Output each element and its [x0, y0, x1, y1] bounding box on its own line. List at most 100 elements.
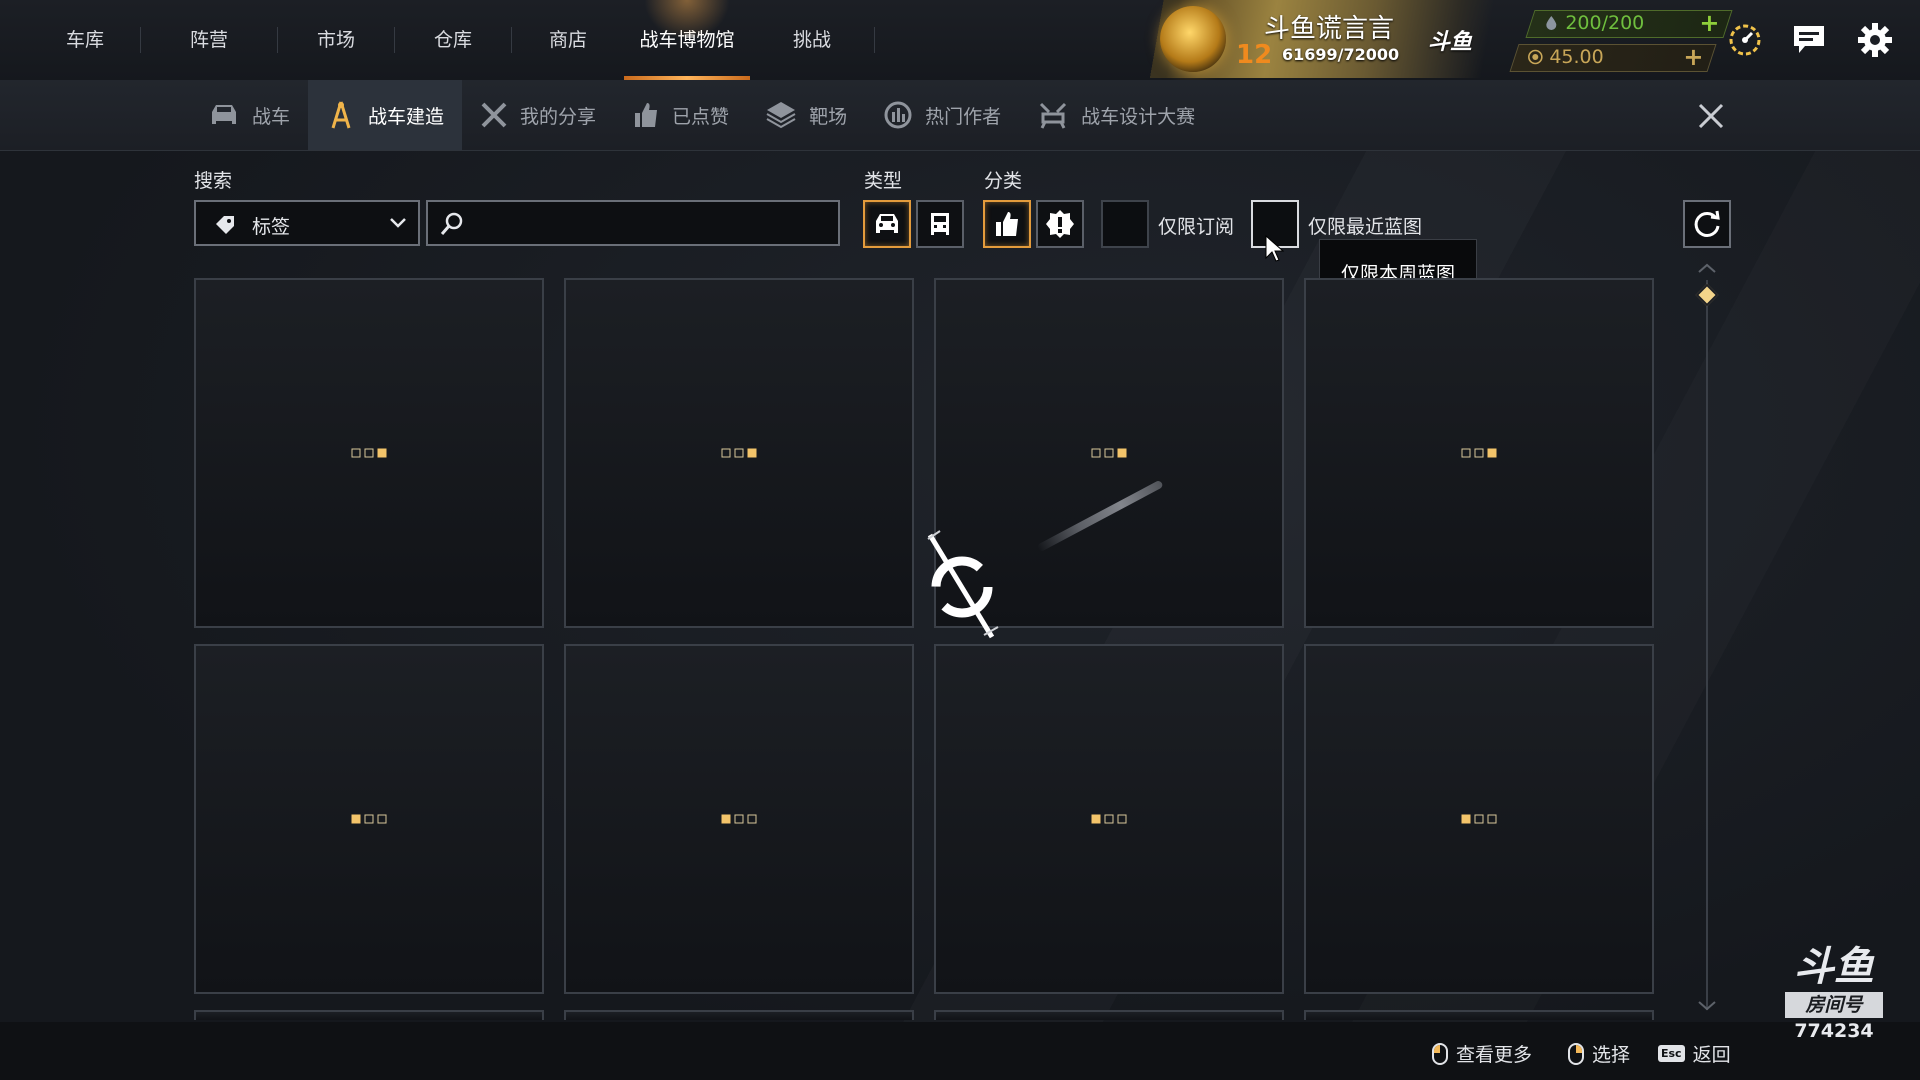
refresh-button[interactable]: [1683, 200, 1731, 248]
alert-badge-icon: [1046, 210, 1074, 238]
tag-icon: [216, 216, 234, 234]
loading-dot: [1474, 814, 1484, 824]
subtab-vehicles[interactable]: 战车: [190, 80, 308, 150]
room-number: 774234: [1794, 1020, 1874, 1042]
subtab-label: 战车设计大赛: [1081, 105, 1196, 128]
blueprint-card[interactable]: [564, 278, 914, 628]
loading-dot: [1117, 814, 1127, 824]
view-more-hint[interactable]: 查看更多: [1432, 1040, 1532, 1067]
refresh-icon: [1694, 210, 1720, 237]
top-bar: 车库 阵营 市场 仓库 商店 战车博物馆 挑战 12 斗鱼谎言言 61699/7…: [0, 0, 1920, 81]
compass-icon: [331, 101, 351, 129]
back-label: 返回: [1692, 1044, 1731, 1066]
loading-dot: [734, 814, 744, 824]
blueprint-card[interactable]: [564, 1010, 914, 1020]
subtab-range[interactable]: 靶场: [747, 80, 865, 150]
scroll-down-icon[interactable]: [1696, 1000, 1718, 1012]
speedometer-icon[interactable]: [1727, 22, 1763, 58]
subtab-my-shares[interactable]: 我的分享: [462, 80, 614, 150]
select-label: 选择: [1592, 1044, 1631, 1066]
nav-tab-market[interactable]: 市场: [278, 0, 394, 80]
close-icon[interactable]: [1696, 101, 1726, 131]
loading-dot: [351, 814, 361, 824]
subtab-label: 热门作者: [925, 105, 1002, 128]
nav-divider: [874, 27, 875, 53]
subscribed-only-checkbox[interactable]: [1101, 200, 1149, 248]
blueprint-card[interactable]: [1304, 644, 1654, 994]
loading-dot: [721, 814, 731, 824]
type-truck-button[interactable]: [916, 200, 964, 248]
blueprint-card[interactable]: [194, 1010, 544, 1020]
loading-dots: [1461, 814, 1497, 824]
loading-dot: [1104, 448, 1114, 458]
blueprint-card[interactable]: [1304, 1010, 1654, 1020]
subtab-popular-authors[interactable]: 热门作者: [865, 80, 1019, 150]
category-alert-button[interactable]: [1036, 200, 1084, 248]
blueprint-card[interactable]: [934, 1010, 1284, 1020]
douyu-logo: 斗鱼: [1428, 30, 1473, 55]
game-screen: 车库 阵营 市场 仓库 商店 战车博物馆 挑战 12 斗鱼谎言言 61699/7…: [0, 0, 1920, 1080]
nav-tab-challenge[interactable]: 挑战: [750, 0, 874, 80]
subtab-design-contest[interactable]: 战车设计大赛: [1019, 80, 1213, 150]
car-icon: [212, 105, 236, 124]
subtab-build[interactable]: 战车建造: [308, 80, 463, 150]
loading-dot: [734, 448, 744, 458]
stream-watermark: 斗鱼 房间号 774234: [1782, 944, 1886, 1042]
type-car-button[interactable]: [863, 200, 911, 248]
douyu-watermark-logo: 斗鱼: [1794, 944, 1874, 990]
loading-dot: [377, 814, 387, 824]
loading-dots: [1091, 814, 1127, 824]
add-fuel-button[interactable]: +: [1699, 9, 1719, 37]
subtab-liked[interactable]: 已点赞: [614, 80, 747, 150]
loading-dot: [364, 814, 374, 824]
tag-dropdown[interactable]: 标签: [194, 200, 420, 246]
scrollbar-track[interactable]: [1706, 280, 1708, 1010]
nav-tab-museum[interactable]: 战车博物馆: [624, 0, 750, 80]
nav-tab-shop[interactable]: 商店: [512, 0, 624, 80]
subtab-label: 已点赞: [672, 105, 730, 128]
loading-dot: [1461, 448, 1471, 458]
loading-dot: [364, 448, 374, 458]
nav-tab-storage[interactable]: 仓库: [395, 0, 511, 80]
mouse-cursor-icon: [1265, 234, 1285, 262]
search-field[interactable]: [426, 200, 840, 246]
esc-key-icon: Esc: [1658, 1045, 1685, 1062]
loading-dot: [721, 448, 731, 458]
loading-dots: [351, 448, 387, 458]
select-hint[interactable]: 选择: [1568, 1040, 1630, 1067]
bottom-bar: [0, 1022, 1920, 1080]
loading-dots: [1091, 448, 1127, 458]
loading-dot: [377, 448, 387, 458]
add-coins-button[interactable]: +: [1683, 43, 1703, 71]
sub-nav-bar: 战车 战车建造 我的分享 已点赞 靶场 热门作者 战车设计大赛: [0, 80, 1920, 151]
scrollbar-thumb[interactable]: [1695, 283, 1719, 307]
search-input[interactable]: [472, 208, 836, 240]
fuel-value: 200/200: [1565, 12, 1645, 34]
player-banner[interactable]: 12 斗鱼谎言言 61699/72000 斗鱼: [1140, 0, 1520, 78]
blueprint-card[interactable]: [194, 278, 544, 628]
car-front-icon: [876, 214, 898, 233]
truck-icon: [931, 213, 949, 235]
chat-icon[interactable]: [1791, 22, 1827, 58]
loading-dots: [1461, 448, 1497, 458]
loading-dot: [1461, 814, 1471, 824]
subtab-label: 我的分享: [520, 105, 597, 128]
nav-tab-faction[interactable]: 阵营: [141, 0, 277, 80]
room-label: 房间号: [1785, 992, 1883, 1018]
back-hint[interactable]: Esc 返回: [1658, 1040, 1731, 1067]
nav-tab-garage[interactable]: 车库: [30, 0, 140, 80]
search-icon: [440, 212, 463, 235]
scroll-up-icon[interactable]: [1696, 262, 1718, 274]
thumbs-up-icon: [635, 103, 658, 127]
loading-dot: [351, 448, 361, 458]
view-more-label: 查看更多: [1456, 1044, 1533, 1066]
blueprint-card[interactable]: [194, 644, 544, 994]
blueprint-card[interactable]: [1304, 278, 1654, 628]
settings-gear-icon[interactable]: [1857, 22, 1893, 58]
category-liked-button[interactable]: [983, 200, 1031, 248]
blueprint-card[interactable]: [934, 644, 1284, 994]
blueprint-card[interactable]: [564, 644, 914, 994]
sub-nav: 战车 战车建造 我的分享 已点赞 靶场 热门作者 战车设计大赛: [190, 80, 1213, 150]
loading-dot: [1117, 448, 1127, 458]
loading-dot: [1487, 814, 1497, 824]
